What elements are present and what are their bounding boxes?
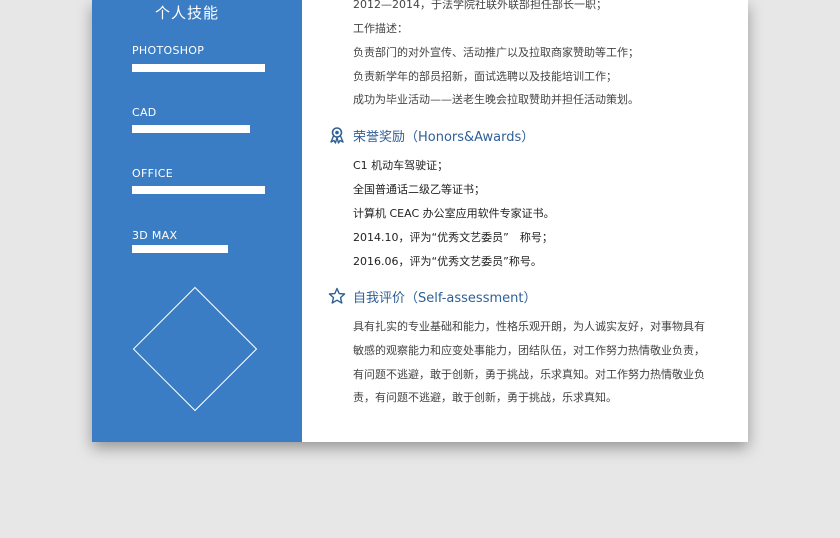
skill-bar: [132, 245, 228, 253]
skill-bar: [132, 64, 265, 72]
work-line: 2012—2014，于法学院社联外联部担任部长一职；: [353, 0, 607, 11]
honor-item: 2016.06，评为“优秀文艺委员”称号。: [353, 255, 542, 268]
skill-label: PHOTOSHOP: [132, 44, 205, 57]
self-line: 有问题不逃避，敢于创新，勇于挑战，乐求真知。对工作努力热情敬业负: [353, 368, 705, 381]
work-line: 成功为毕业活动——送老生晚会拉取赞助并担任活动策划。: [353, 93, 639, 106]
skill-office: OFFICE: [132, 167, 265, 194]
award-icon: [328, 126, 346, 144]
honor-item: 全国普通话二级乙等证书；: [353, 183, 485, 196]
honor-item: C1 机动车驾驶证；: [353, 159, 449, 172]
skill-bar: [132, 186, 265, 194]
skill-label: 3D MAX: [132, 229, 178, 242]
skill-cad: CAD: [132, 106, 250, 133]
work-line: 负责新学年的部员招新，面试选聘以及技能培训工作；: [353, 70, 617, 83]
skill-label: OFFICE: [132, 167, 173, 180]
honor-item: 2014.10，评为“优秀文艺委员” 称号；: [353, 231, 553, 244]
skill-bar: [132, 125, 250, 133]
honors-title: 荣誉奖励（Honors&Awards）: [353, 129, 535, 145]
skill-photoshop: PHOTOSHOP: [132, 44, 265, 72]
self-line: 敏感的观察能力和应变处事能力，团结队伍，对工作努力热情敬业负责，: [353, 344, 705, 357]
sidebar: 个人技能 PHOTOSHOP CAD OFFICE 3D MAX: [92, 0, 302, 442]
skill-label: CAD: [132, 106, 157, 119]
resume-page: 个人技能 PHOTOSHOP CAD OFFICE 3D MAX 2012—20…: [92, 0, 748, 442]
self-assessment-title: 自我评价（Self-assessment）: [353, 290, 537, 306]
skill-3dmax: 3D MAX: [132, 229, 228, 253]
self-assessment-header: 自我评价（Self-assessment）: [328, 286, 536, 306]
work-line: 工作描述：: [353, 22, 408, 35]
honors-header: 荣誉奖励（Honors&Awards）: [328, 125, 534, 145]
self-line: 责，有问题不逃避，敢于创新，勇于挑战，乐求真知。: [353, 391, 617, 404]
honor-item: 计算机 CEAC 办公室应用软件专家证书。: [353, 207, 555, 220]
decorative-diamond: [132, 286, 258, 412]
self-line: 具有扎实的专业基础和能力，性格乐观开朗，为人诚实友好，对事物具有: [353, 320, 705, 333]
main-content: 2012—2014，于法学院社联外联部担任部长一职； 工作描述： 负责部门的对外…: [302, 0, 748, 442]
work-line: 负责部门的对外宣传、活动推广以及拉取商家赞助等工作；: [353, 46, 639, 59]
skills-title: 个人技能: [154, 4, 219, 22]
star-icon: [328, 287, 346, 305]
